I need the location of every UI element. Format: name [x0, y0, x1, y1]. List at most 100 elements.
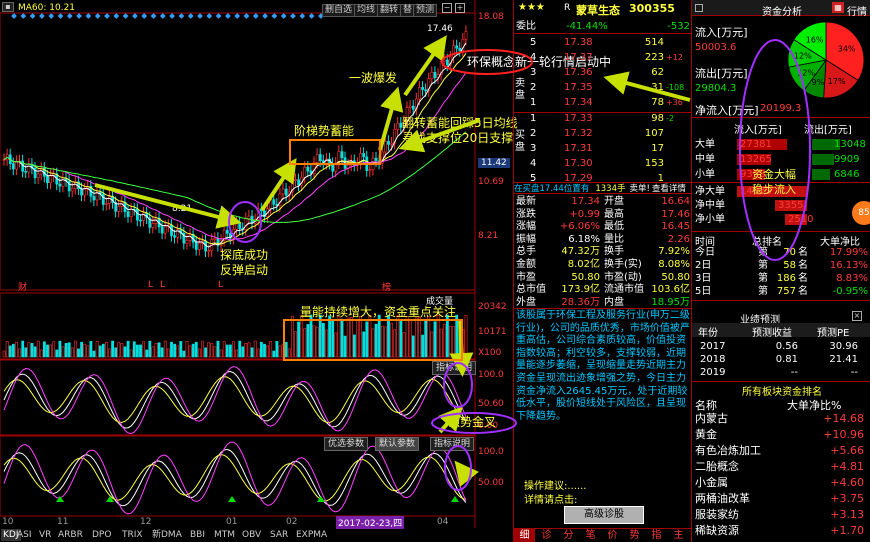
- candle-body: [126, 211, 130, 217]
- nav-quote-tab[interactable]: 行情: [847, 3, 867, 18]
- weibi-row: 委比 -41.44% -532: [514, 20, 692, 34]
- marker-l3[interactable]: L: [218, 280, 223, 290]
- event-marker: [159, 13, 166, 19]
- tab-trix[interactable]: TRIX: [122, 529, 143, 541]
- volume-bar: [191, 343, 195, 358]
- volume-bar: [300, 315, 304, 358]
- volume-bar: [173, 343, 177, 358]
- marker-finance[interactable]: 财: [18, 280, 27, 293]
- ind1-line-d: [3, 376, 467, 424]
- annotation-breakout: 一波爆发: [349, 71, 398, 85]
- volume-bar: [2, 350, 6, 358]
- volume-bar: [383, 326, 387, 358]
- marker-list[interactable]: 榜: [382, 280, 391, 293]
- volume-bar: [266, 345, 270, 358]
- volume-bar: [139, 344, 142, 358]
- bid-row[interactable]: 2 17.32 107: [514, 127, 692, 141]
- volume-bar: [92, 350, 96, 358]
- marker-l2[interactable]: L: [160, 280, 165, 290]
- quote-tab[interactable]: 细: [514, 529, 535, 542]
- collapse-icon[interactable]: ▪: [2, 2, 14, 12]
- quote-tab[interactable]: 诊: [536, 529, 557, 542]
- volume-bar: [433, 321, 437, 358]
- event-marker: [206, 13, 213, 19]
- tab-vr[interactable]: VR: [39, 529, 51, 541]
- candle-body: [303, 166, 307, 178]
- volume-bar: [225, 344, 229, 358]
- volume-bar: [194, 341, 198, 358]
- tab-obv[interactable]: OBV: [242, 529, 261, 541]
- bid-row[interactable]: 1 17.33 98 -2: [514, 112, 692, 126]
- toolbar-remove-favorite[interactable]: 删自选: [322, 4, 356, 17]
- tab-mtm[interactable]: MTM: [214, 529, 235, 541]
- event-marker: [280, 13, 287, 19]
- toolbar-flip[interactable]: 翻转: [377, 4, 402, 17]
- volume-bar: [290, 315, 294, 358]
- volume-bar: [36, 340, 40, 358]
- volume-bar: [458, 323, 462, 358]
- event-marker: [76, 13, 82, 19]
- quote-panel: ★★★ R 蒙草生态 300355 委比 -41.44% -532 卖盘 买盘 …: [513, 0, 693, 542]
- quote-tab[interactable]: 主: [668, 529, 689, 542]
- quote-tab[interactable]: 势: [624, 529, 645, 542]
- event-marker: [308, 13, 315, 19]
- default-params-button[interactable]: 默认参数: [375, 437, 420, 451]
- toolbar-forecast[interactable]: 预测: [413, 4, 438, 17]
- ask-row[interactable]: 4 17.37 223 +12: [514, 51, 692, 65]
- quote-tab[interactable]: 价: [602, 529, 623, 542]
- tab-sar[interactable]: SAR: [270, 529, 288, 541]
- volume-bar: [213, 346, 217, 358]
- quote-tab[interactable]: 分: [558, 529, 579, 542]
- kline-chart-panel[interactable]: ▪ MA60: 10.21 删自选 均线 翻转 替 预测 − + 18.08 1…: [0, 0, 518, 542]
- marker-l1[interactable]: L: [148, 280, 153, 290]
- volume-bar: [61, 346, 65, 358]
- candle-body: [101, 193, 105, 205]
- bid-row[interactable]: 3 17.31 17: [514, 142, 692, 156]
- tab-dpo[interactable]: DPO: [92, 529, 111, 541]
- panel-toggle-icon[interactable]: [695, 4, 703, 12]
- score-bubble[interactable]: 85: [852, 201, 870, 225]
- volume-bar: [424, 319, 428, 358]
- pie-slice-label: 17%: [828, 77, 846, 86]
- optimal-params-button[interactable]: 优选参数: [324, 437, 369, 451]
- candle-body: [36, 173, 40, 179]
- candle-body: [455, 45, 459, 49]
- volume-bar: [312, 325, 316, 358]
- bid-row[interactable]: 4 17.30 153: [514, 157, 692, 171]
- zoom-out-icon[interactable]: −: [442, 3, 452, 13]
- volume-bar: [170, 341, 173, 358]
- candle-body: [70, 188, 74, 192]
- ask-row[interactable]: 3 17.36 62: [514, 66, 692, 80]
- candle-body: [244, 218, 248, 230]
- candle-body: [464, 31, 468, 40]
- grid-icon[interactable]: ▦: [832, 2, 844, 13]
- ask-row[interactable]: 1 17.34 78 +36: [514, 96, 692, 110]
- ask-row[interactable]: 2 17.35 31 -108: [514, 81, 692, 95]
- advanced-diagnosis-button[interactable]: 高级诊股: [564, 506, 644, 524]
- tab-expma[interactable]: EXPMA: [296, 529, 327, 541]
- tab-bbi[interactable]: BBI: [190, 529, 205, 541]
- bid-row[interactable]: 5 17.29 1: [514, 172, 692, 186]
- tab-arbr[interactable]: ARBR: [58, 529, 83, 541]
- close-icon[interactable]: ×: [852, 311, 862, 321]
- tab-new-dma[interactable]: 新DMA: [152, 529, 182, 541]
- volume-bar: [21, 340, 25, 358]
- pie-slice-label: 34%: [838, 45, 856, 54]
- toolbar-ma[interactable]: 均线: [354, 4, 379, 17]
- volume-bar: [449, 325, 452, 358]
- event-marker: [39, 13, 45, 19]
- indicator-help-button-1[interactable]: 指标说明: [432, 361, 477, 375]
- tab-asi[interactable]: ASI: [17, 529, 32, 541]
- volume-bar: [349, 317, 353, 358]
- candle-body: [27, 163, 31, 173]
- quote-tab[interactable]: 指: [646, 529, 667, 542]
- quote-tab[interactable]: 笔: [580, 529, 601, 542]
- ask-row[interactable]: 5 17.38 514: [514, 36, 692, 50]
- volume-bar: [287, 348, 291, 358]
- fund-pie-chart: 34%17%9%12%12%16%: [787, 21, 865, 99]
- pie-slice-label: 16%: [806, 35, 824, 44]
- ind1-label-top: 100.0: [478, 370, 504, 380]
- indicator-help-button-2[interactable]: 指标说明: [430, 437, 475, 451]
- detail-label[interactable]: 详情请点击:: [524, 491, 577, 506]
- zoom-in-icon[interactable]: +: [455, 3, 465, 13]
